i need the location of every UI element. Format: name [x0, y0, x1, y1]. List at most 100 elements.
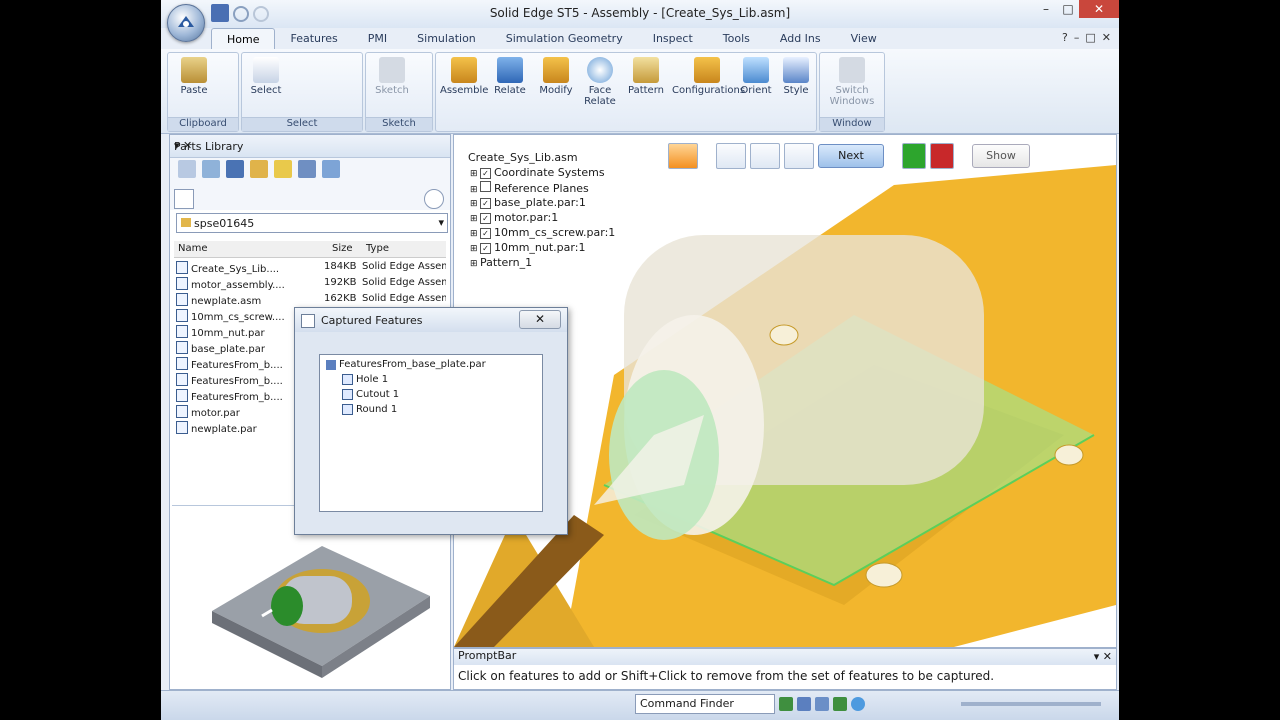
- file-row[interactable]: motor_assembly.... 192KB Solid Edge Assem: [176, 277, 446, 293]
- column-size[interactable]: Size: [332, 243, 353, 254]
- help-icon[interactable]: ?: [1062, 31, 1068, 44]
- cancel-icon[interactable]: [930, 143, 954, 169]
- pathfinder-item[interactable]: ⊞ ✓ 10mm_nut.par:1: [458, 241, 615, 256]
- expand-icon[interactable]: ⊞: [470, 214, 480, 224]
- captured-feature-item[interactable]: Cutout 1: [326, 387, 486, 402]
- expand-icon[interactable]: ⊞: [470, 259, 480, 269]
- assemble-button[interactable]: Assemble: [440, 57, 488, 96]
- library-tool-icon[interactable]: [298, 160, 316, 178]
- select-button[interactable]: Select: [242, 57, 290, 96]
- pathfinder-item[interactable]: ⊞ ✓ base_plate.par:1: [458, 196, 615, 211]
- file-row[interactable]: base_plate.par: [176, 341, 265, 357]
- accept-icon[interactable]: [902, 143, 926, 169]
- doc-minimize-button[interactable]: –: [1074, 31, 1080, 44]
- tab-home[interactable]: Home: [211, 28, 276, 51]
- library-tool-icon[interactable]: [226, 160, 244, 178]
- file-row[interactable]: 10mm_cs_screw....: [176, 309, 285, 325]
- view-tool-icon[interactable]: [779, 697, 793, 711]
- close-button[interactable]: ✕: [1079, 0, 1119, 18]
- checkbox[interactable]: ✓: [480, 228, 491, 239]
- show-button[interactable]: Show: [972, 144, 1030, 168]
- pathfinder-item[interactable]: ⊞ Pattern_1: [458, 256, 615, 271]
- expand-icon[interactable]: ⊞: [470, 169, 480, 179]
- file-icon: [176, 421, 188, 434]
- view-tool-icon[interactable]: [797, 697, 811, 711]
- configurations-icon: [694, 57, 720, 83]
- file-row[interactable]: 10mm_nut.par: [176, 325, 265, 341]
- command-finder-input[interactable]: Command Finder: [635, 694, 775, 714]
- captured-feature-item[interactable]: Hole 1: [326, 372, 486, 387]
- filter-icon[interactable]: [750, 143, 780, 169]
- sketch-group: Sketch Sketch: [365, 52, 433, 132]
- modify-button[interactable]: Modify: [532, 57, 580, 96]
- face-relate-button[interactable]: Face Relate: [576, 57, 624, 107]
- zoom-slider[interactable]: [961, 702, 1101, 706]
- prompt-bar-close-icon[interactable]: ▾ ✕: [1094, 650, 1112, 663]
- relate-button[interactable]: Relate: [486, 57, 534, 96]
- pathfinder-item[interactable]: ⊞ ✓ 10mm_cs_screw.par:1: [458, 226, 615, 241]
- checkbox[interactable]: ✓: [480, 243, 491, 254]
- file-row[interactable]: Create_Sys_Lib.... 184KB Solid Edge Assem: [176, 261, 446, 277]
- pin-icon[interactable]: ▾ ✕: [174, 139, 444, 152]
- expand-icon[interactable]: ⊞: [470, 185, 480, 195]
- expand-icon[interactable]: ⊞: [470, 229, 480, 239]
- paste-button[interactable]: Paste: [170, 57, 218, 96]
- doc-close-button[interactable]: ✕: [1102, 31, 1111, 44]
- checkbox[interactable]: ✓: [480, 198, 491, 209]
- minimize-button[interactable]: –: [1035, 0, 1057, 18]
- library-tool-icon[interactable]: [250, 160, 268, 178]
- feature-tree-root[interactable]: FeaturesFrom_base_plate.par: [326, 357, 486, 372]
- file-row[interactable]: FeaturesFrom_b....: [176, 357, 283, 373]
- switch-windows-button[interactable]: Switch Windows: [828, 57, 876, 107]
- tab-view[interactable]: View: [836, 28, 892, 50]
- view-tool-icon[interactable]: [815, 697, 829, 711]
- view-tool-icon[interactable]: [833, 697, 847, 711]
- checkbox[interactable]: [480, 181, 491, 192]
- pathfinder-item[interactable]: ⊞ Reference Planes: [458, 181, 615, 196]
- search-icon[interactable]: [424, 189, 444, 209]
- select-features-icon[interactable]: [716, 143, 746, 169]
- expand-icon[interactable]: ⊞: [470, 199, 480, 209]
- file-row[interactable]: motor.par: [176, 405, 240, 421]
- folder-dropdown[interactable]: spse01645 ▾: [176, 213, 448, 233]
- pathfinder-item[interactable]: Create_Sys_Lib.asm: [458, 151, 615, 166]
- file-row[interactable]: FeaturesFrom_b....: [176, 389, 283, 405]
- view-tool-icon[interactable]: [851, 697, 865, 711]
- library-tool-icon[interactable]: [322, 160, 340, 178]
- tab-tools[interactable]: Tools: [708, 28, 765, 50]
- tab-inspect[interactable]: Inspect: [638, 28, 708, 50]
- tab-pmi[interactable]: PMI: [353, 28, 402, 50]
- library-tool-icon[interactable]: [274, 160, 292, 178]
- tab-simulation-geometry[interactable]: Simulation Geometry: [491, 28, 638, 50]
- maximize-button[interactable]: □: [1057, 0, 1079, 18]
- library-tool-icon[interactable]: [202, 160, 220, 178]
- column-name[interactable]: Name: [178, 243, 208, 254]
- style-button[interactable]: Style: [772, 57, 820, 96]
- pathfinder-item[interactable]: ⊞ ✓ Coordinate Systems: [458, 166, 615, 181]
- column-type[interactable]: Type: [366, 243, 389, 254]
- tab-add-ins[interactable]: Add Ins: [765, 28, 836, 50]
- dialog-close-button[interactable]: ✕: [519, 310, 561, 329]
- next-button[interactable]: Next: [818, 144, 884, 168]
- orient-icon: [743, 57, 769, 83]
- step-icon[interactable]: [668, 143, 698, 169]
- checkbox[interactable]: ✓: [480, 213, 491, 224]
- group-label-clipboard: Clipboard: [168, 117, 238, 131]
- application-button[interactable]: [167, 4, 205, 42]
- captured-feature-item[interactable]: Round 1: [326, 402, 486, 417]
- select-group: Select Select: [241, 52, 363, 132]
- doc-restore-button[interactable]: □: [1085, 31, 1095, 44]
- pathfinder-item[interactable]: ⊞ ✓ motor.par:1: [458, 211, 615, 226]
- file-row[interactable]: newplate.asm 162KB Solid Edge Assem: [176, 293, 446, 309]
- expand-icon[interactable]: ⊞: [470, 244, 480, 254]
- checkbox[interactable]: ✓: [480, 168, 491, 179]
- pattern-button[interactable]: Pattern: [622, 57, 670, 96]
- file-row[interactable]: newplate.par: [176, 421, 257, 437]
- up-folder-icon[interactable]: [174, 189, 194, 209]
- options-icon[interactable]: [784, 143, 814, 169]
- sketch-button[interactable]: Sketch: [368, 57, 416, 96]
- tab-features[interactable]: Features: [275, 28, 352, 50]
- tab-simulation[interactable]: Simulation: [402, 28, 491, 50]
- library-tool-icon[interactable]: [178, 160, 196, 178]
- file-row[interactable]: FeaturesFrom_b....: [176, 373, 283, 389]
